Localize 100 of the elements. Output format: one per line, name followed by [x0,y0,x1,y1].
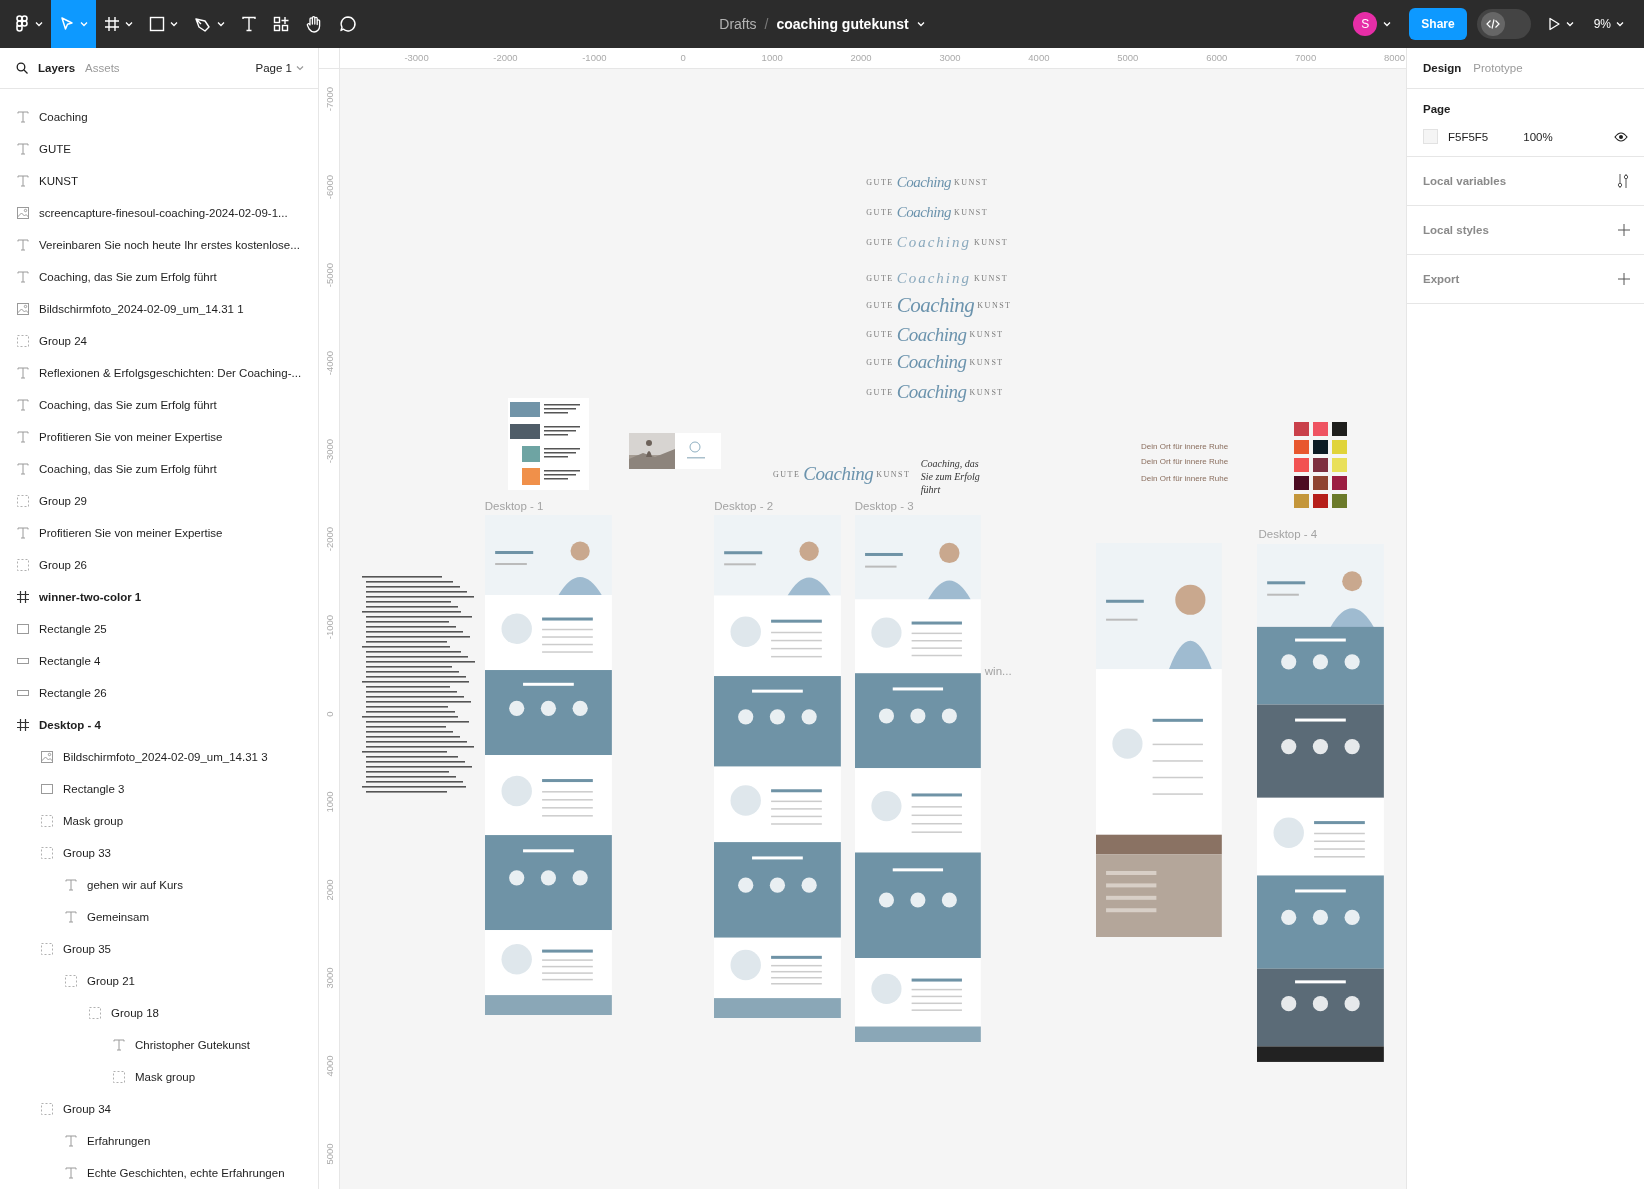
caret-icon [1383,21,1392,27]
color-swatch[interactable] [1313,494,1329,509]
color-swatch[interactable] [1294,476,1310,491]
color-swatch[interactable] [1294,422,1310,437]
logo-script: Coaching [896,233,971,251]
ruler-label: 1000 [323,791,335,813]
layer-item[interactable]: gehen wir auf Kurs [87,879,183,891]
caret-icon [1616,21,1624,27]
ruler-label: -7000 [323,87,335,112]
layer-item[interactable]: Coaching, das Sie zum Erfolg führt [39,399,217,411]
layer-item[interactable]: Group 18 [111,1007,159,1019]
play-icon [1546,17,1561,31]
breadcrumb-separator: / [764,16,769,32]
zoom-menu[interactable]: 9% [1589,8,1628,40]
layer-item[interactable]: Mask group [135,1071,196,1083]
ruler-label: -3000 [323,438,335,463]
layer-item[interactable]: Echte Geschichten, echte Erfahrungen [87,1167,285,1179]
color-hex-field[interactable]: F5F5F5 [1448,130,1489,143]
layer-item[interactable]: Group 35 [63,943,111,955]
logo-script: Coaching [896,351,967,374]
file-name-menu[interactable]: coaching gutekunst [776,16,925,32]
caret-icon [125,21,133,27]
layer-item[interactable]: Coaching [39,111,88,123]
layer-item[interactable]: Group 29 [39,495,87,507]
layer-item[interactable]: Christopher Gutekunst [135,1039,251,1051]
color-swatch[interactable] [1313,422,1329,437]
layer-item[interactable]: Group 34 [63,1103,111,1115]
caret-icon [296,65,304,71]
ruler-label: -6000 [323,175,335,200]
ruler-label: 1000 [761,52,783,63]
color-swatch[interactable] [1294,494,1310,509]
user-avatar-button[interactable]: S [1345,8,1400,40]
section-title: Export [1423,273,1460,285]
color-swatch[interactable] [1313,440,1329,455]
layer-item[interactable]: Gemeinsam [87,911,149,923]
logo-word: KUNST [954,208,989,218]
dev-mode-toggle[interactable] [1476,9,1531,39]
text-icon [241,16,257,32]
ruler-label: 8000 [1384,52,1406,63]
color-swatch[interactable] [1313,476,1329,491]
color-palette-drawing[interactable] [507,398,589,491]
layer-item[interactable]: Vereinbaren Sie noch heute Ihr erstes kostenlose... [39,239,300,251]
ruler-label: 4000 [1028,52,1050,63]
layer-item[interactable]: Rectangle 4 [39,655,101,667]
layer-item[interactable]: Group 21 [87,975,135,987]
logo-word: GUTE [866,177,894,187]
logo-word: KUNST [954,177,989,187]
color-swatch[interactable] [1332,476,1348,491]
layer-item[interactable]: Group 33 [63,847,111,859]
layer-item[interactable]: Coaching, das Sie zum Erfolg führt [39,463,217,475]
layer-item[interactable]: Profitieren Sie von meiner Expertise [39,431,223,443]
layer-item[interactable]: Rectangle 26 [39,687,107,699]
color-swatch[interactable] [1332,494,1348,509]
variables-icon[interactable] [1616,173,1630,189]
layer-item[interactable]: Coaching, das Sie zum Erfolg führt [39,271,217,283]
hand-icon [305,15,323,33]
breadcrumb-link[interactable]: Drafts [719,16,757,32]
layer-item[interactable]: Profitieren Sie von meiner Expertise [39,527,223,539]
cursor-icon [59,16,75,32]
ruler-label: 2000 [850,52,872,63]
color-swatch[interactable] [1423,129,1438,144]
ruler-label: 3000 [939,52,961,63]
search-icon[interactable] [16,62,28,74]
layer-item[interactable]: Bildschirmfoto_2024-02-09_um_14.31 3 [63,751,268,763]
color-swatch[interactable] [1313,458,1329,473]
layer-item[interactable]: screencapture-finesoul-coaching-2024-02-09-1... [39,207,288,219]
layer-item[interactable]: Mask group [63,815,124,827]
page-menu[interactable]: Page 1 [255,62,304,74]
layer-item[interactable]: KUNST [39,175,78,187]
opacity-field[interactable]: 100% [1523,130,1553,143]
color-swatch[interactable] [1294,458,1310,473]
panel-tab[interactable]: Layers [38,62,76,74]
panel-tab[interactable]: Design [1423,62,1462,74]
ruler-label: 0 [323,711,335,718]
webpage-mockup-drawing[interactable] [1257,543,1385,1062]
layer-item[interactable]: GUTE [39,143,71,155]
layer-item[interactable]: Rectangle 3 [63,783,125,795]
layer-item[interactable]: Rectangle 25 [39,623,107,635]
layer-item[interactable]: Group 24 [39,335,87,347]
color-swatch[interactable] [1332,422,1348,437]
layer-item[interactable]: Desktop - 4 [39,719,101,731]
pen-icon [194,16,212,32]
layer-item[interactable]: winner-two-color 1 [39,591,142,603]
color-swatch[interactable] [1332,458,1348,473]
caret-icon [170,21,178,27]
visibility-icon[interactable] [1614,131,1628,142]
logo-word: GUTE [866,387,894,397]
add-icon[interactable] [1618,224,1630,236]
layer-item[interactable]: Bildschirmfoto_2024-02-09_um_14.31 1 [39,303,244,315]
color-swatch[interactable] [1294,440,1310,455]
layer-item[interactable]: Erfahrungen [87,1135,151,1147]
ruler-label: 4000 [323,1055,335,1077]
layer-item[interactable]: Reflexionen & Erfolgsgeschichten: Der Coaching-... [39,367,302,379]
layer-item[interactable]: Group 26 [39,559,87,571]
logo-word: GUTE [773,469,801,479]
ruler-label: 5000 [323,1143,335,1165]
color-swatch[interactable] [1332,440,1348,455]
ruler-label: 0 [680,52,686,63]
banner-drawing[interactable] [629,432,722,469]
add-icon[interactable] [1618,273,1630,285]
